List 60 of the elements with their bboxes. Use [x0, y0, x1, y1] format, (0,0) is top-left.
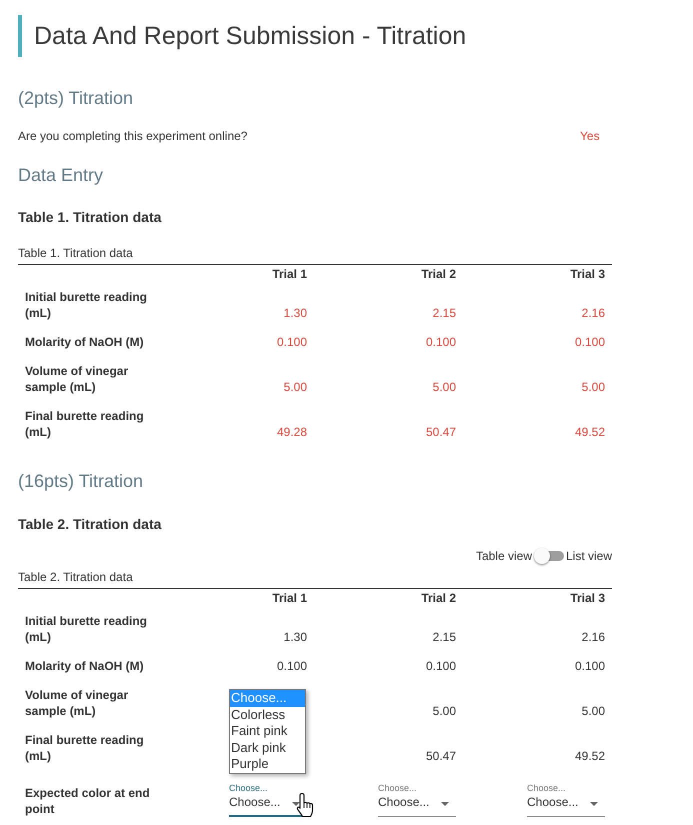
table-cell: 0.100	[426, 659, 456, 673]
table-cell: 2.15	[432, 630, 456, 644]
section-heading: (2pts) Titration	[18, 87, 134, 109]
section-heading: Data Entry	[18, 164, 104, 186]
color-select[interactable]: Choose... Choose...	[527, 783, 605, 817]
table-cell: 1.30	[284, 630, 307, 644]
row-label: Volume of vinegar sample (mL)	[24, 363, 130, 396]
table-caption: Table 2. Titration data	[18, 569, 612, 589]
table-title: Table 2. Titration data	[18, 515, 162, 533]
row-label: Expected color at end point	[24, 785, 151, 818]
toggle-label: Table view	[476, 548, 532, 564]
table-cell: 0.100	[276, 335, 307, 349]
row-label: Initial burette reading (mL)	[24, 613, 148, 646]
table-caption: Table 1. Titration data	[18, 245, 612, 265]
table-cell: 5.00	[284, 380, 307, 394]
table-cell: 5.00	[582, 704, 605, 718]
column-header: Trial 1	[271, 266, 308, 282]
table-cell: 5.00	[432, 704, 456, 718]
row-label: Molarity of NaOH (M)	[24, 334, 145, 351]
hand-cursor-icon	[296, 792, 314, 818]
table-cell: 5.00	[432, 380, 456, 394]
table-cell: 2.15	[432, 306, 456, 320]
row-label: Molarity of NaOH (M)	[24, 658, 145, 675]
table-cell: 50.47	[426, 425, 456, 439]
table-title: Table 1. Titration data	[18, 208, 162, 226]
section-heading: (16pts) Titration	[18, 470, 144, 492]
table-cell: 5.00	[582, 380, 605, 394]
row-label: Volume of vinegar sample (mL)	[24, 687, 130, 720]
dropdown-option[interactable]: Purple	[230, 756, 305, 773]
table-cell: 0.100	[574, 335, 605, 349]
column-header: Trial 3	[569, 266, 606, 282]
caret-icon	[292, 802, 300, 806]
table-cell: 49.52	[574, 749, 605, 763]
dropdown-option[interactable]: Dark pink	[230, 740, 305, 756]
table-cell: 50.47	[426, 749, 456, 763]
dropdown-option[interactable]: Colorless	[230, 706, 305, 724]
color-select[interactable]: Choose... Choose...	[378, 783, 456, 817]
dropdown-option[interactable]: Faint pink	[230, 723, 305, 740]
table-cell: 0.100	[276, 659, 307, 673]
table-cell: 2.16	[582, 306, 605, 320]
table-cell: 1.30	[284, 306, 307, 320]
row-label: Final burette reading (mL)	[24, 408, 145, 441]
column-header: Trial 2	[420, 266, 457, 282]
row-label: Final burette reading (mL)	[24, 732, 145, 765]
table-cell: 0.100	[574, 659, 605, 673]
table-cell: 0.100	[426, 335, 456, 349]
table-cell: 49.28	[276, 425, 307, 439]
table-cell: 49.52	[574, 425, 605, 439]
table-cell: 2.16	[582, 630, 605, 644]
page-title: Data And Report Submission - Titration	[18, 15, 466, 57]
toggle-label: List view	[566, 548, 612, 564]
column-header: Trial 3	[569, 590, 606, 606]
caret-icon	[441, 802, 449, 806]
caret-icon	[590, 802, 598, 806]
column-header: Trial 1	[271, 590, 308, 606]
answer-text: Yes	[580, 128, 600, 144]
column-header: Trial 2	[420, 590, 457, 606]
view-toggle[interactable]	[534, 548, 564, 564]
row-label: Initial burette reading (mL)	[24, 289, 148, 322]
question-text: Are you completing this experiment online?	[18, 128, 248, 144]
